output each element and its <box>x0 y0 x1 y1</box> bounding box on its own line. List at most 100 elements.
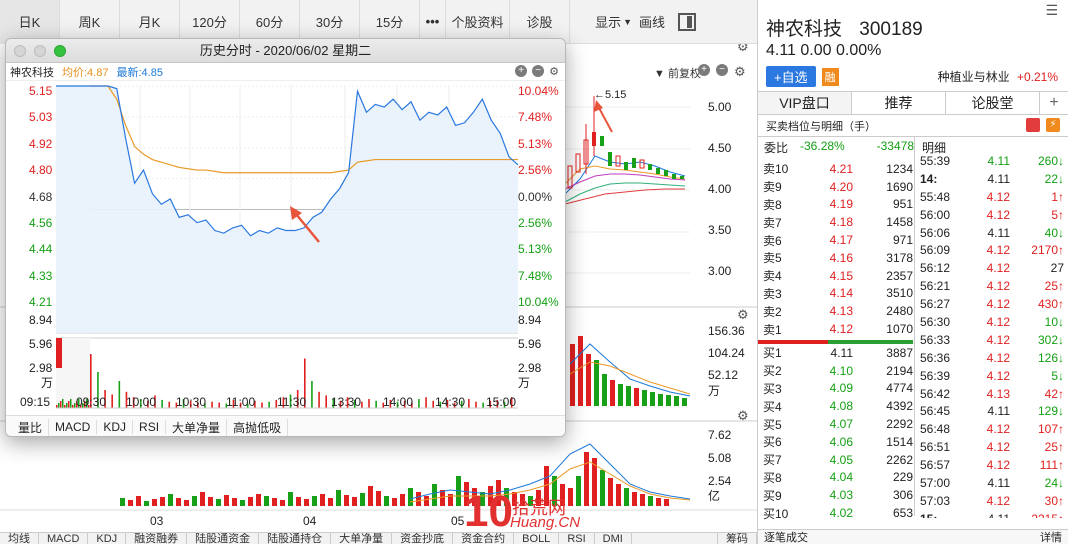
more-icon[interactable]: ••• <box>420 0 446 44</box>
tab-rsi[interactable]: RSI <box>559 533 595 544</box>
tab-recommend[interactable]: 推荐 <box>852 92 946 114</box>
intraday-chart[interactable] <box>6 82 566 412</box>
buy-level-row[interactable]: 买7 4.05 2262 <box>763 451 913 469</box>
minimize-icon[interactable] <box>34 45 46 57</box>
menu-icon[interactable]: ☰ <box>1045 2 1058 19</box>
buy-level-row[interactable]: 买9 4.03 306 <box>763 486 913 504</box>
tab-margin[interactable]: 融资融券 <box>126 533 188 544</box>
tab-big-order[interactable]: 大单净量 <box>331 533 393 544</box>
chart-toggle-icon[interactable] <box>1026 118 1040 132</box>
tick-time: 56:36 <box>920 350 951 365</box>
tab-monthly-k[interactable]: 月K <box>120 0 180 44</box>
sell-level-row[interactable]: 卖6 4.17 971 <box>763 231 913 249</box>
sell-level-row[interactable]: 卖7 4.18 1458 <box>763 213 913 231</box>
zoom-in-icon[interactable]: + <box>698 64 710 76</box>
buy-level-row[interactable]: 买8 4.04 229 <box>763 469 913 487</box>
tab-ma[interactable]: 均线 <box>0 533 39 544</box>
amount-bar <box>248 497 253 506</box>
tab-weekly-k[interactable]: 周K <box>60 0 120 44</box>
settings-gear-icon[interactable]: ⚙ <box>737 44 749 55</box>
zoom-out-icon[interactable]: − <box>532 65 545 77</box>
sell-level-row[interactable]: 卖9 4.20 1690 <box>763 178 913 196</box>
tab-big-order-net[interactable]: 大单净量 <box>166 418 228 436</box>
tick-volume: 302↓ <box>1037 332 1064 347</box>
tab-northbound-fund[interactable]: 陆股通资金 <box>187 533 260 544</box>
close-icon[interactable] <box>14 45 26 57</box>
sell-level-row[interactable]: 卖5 4.16 3178 <box>763 249 913 267</box>
vol-tick: 156.36 <box>708 324 745 338</box>
buy-level-row[interactable]: 买1 4.11 3887 <box>763 344 913 362</box>
diagnose-button[interactable]: 诊股 <box>510 0 570 44</box>
amount-bar <box>200 492 205 506</box>
tab-volume-ratio[interactable]: 量比 <box>6 418 50 436</box>
gear-icon[interactable]: ⚙ <box>734 64 746 80</box>
buy-level-row[interactable]: 买2 4.10 2194 <box>763 362 913 380</box>
add-tab-button[interactable]: + <box>1040 92 1068 114</box>
sell-level-row[interactable]: 卖10 4.21 1234 <box>763 160 913 178</box>
buy-level-row[interactable]: 买3 4.09 4774 <box>763 380 913 398</box>
add-favorite-button[interactable]: +自选 <box>766 66 816 87</box>
sell-level-row[interactable]: 卖8 4.19 951 <box>763 196 913 214</box>
tab-60min[interactable]: 60分 <box>240 0 300 44</box>
amount-gear-icon[interactable]: ⚙ <box>737 408 749 424</box>
fuquan-dropdown[interactable]: ▼ 前复权 <box>654 65 701 81</box>
tab-kdj[interactable]: KDJ <box>88 533 127 544</box>
amount-bar <box>344 495 349 506</box>
tab-30min[interactable]: 30分 <box>300 0 360 44</box>
tab-macd[interactable]: MACD <box>39 533 89 544</box>
display-button[interactable]: 显示 ▼ <box>570 0 632 44</box>
tick-time: 56:48 <box>920 422 951 437</box>
buy-level-row[interactable]: 买10 4.02 653 <box>763 504 913 522</box>
level-volume: 2194 <box>886 363 913 378</box>
flash-icon[interactable]: ⚡ <box>1046 118 1060 132</box>
amount-bar <box>616 484 621 506</box>
window-titlebar[interactable]: 历史分时 - 2020/06/02 星期二 <box>6 39 565 63</box>
tick-price: 4.12 <box>986 440 1010 455</box>
tick-time: 56:42 <box>920 386 951 401</box>
tab-daily-k[interactable]: 日K <box>0 0 60 44</box>
vol-level: 5.96 <box>29 337 53 351</box>
maximize-icon[interactable] <box>54 45 66 57</box>
panel-toggle-icon[interactable] <box>678 12 696 31</box>
first-volume-bar <box>56 338 62 368</box>
tab-fund-contract[interactable]: 资金合约 <box>453 533 515 544</box>
sell-level-row[interactable]: 卖1 4.12 1070 <box>763 320 913 338</box>
tab-boll[interactable]: BOLL <box>514 533 560 544</box>
tab-forum[interactable]: 论股堂 <box>946 92 1040 114</box>
tab-vip-depth[interactable]: VIP盘口 <box>758 92 852 114</box>
tab-macd[interactable]: MACD <box>49 420 98 434</box>
tick-time: 15: <box>916 512 960 518</box>
draw-line-button[interactable]: 画线 <box>632 0 672 44</box>
tab-high-sell-low-buy[interactable]: 高抛低吸 <box>227 418 289 436</box>
tab-kdj[interactable]: KDJ <box>97 420 134 434</box>
details-link[interactable]: 详情 <box>1040 529 1062 545</box>
volume-gear-icon[interactable]: ⚙ <box>737 307 749 323</box>
level-volume: 3510 <box>886 286 913 301</box>
popup-vol-axis-right: 8.94 5.96 2.98 万 <box>518 313 541 390</box>
tab-15min[interactable]: 15分 <box>360 0 420 44</box>
amount-bar <box>264 496 269 506</box>
zoom-in-icon[interactable]: + <box>515 65 528 77</box>
stock-profile-button[interactable]: 个股资料 <box>446 0 510 44</box>
sell-level-row[interactable]: 卖3 4.14 3510 <box>763 285 913 303</box>
sell-level-row[interactable]: 卖4 4.15 2357 <box>763 267 913 285</box>
time-tick: 14:30 <box>435 395 466 409</box>
gear-icon[interactable]: ⚙ <box>549 65 559 78</box>
price-levels-left: 5.15 5.03 4.92 4.80 4.68 4.56 4.44 4.33 … <box>29 84 52 313</box>
buy-level-row[interactable]: 买4 4.08 4392 <box>763 397 913 415</box>
zoom-out-icon[interactable]: − <box>716 64 728 76</box>
tab-northbound-hold[interactable]: 陆股通持仓 <box>259 533 332 544</box>
buy-level-row[interactable]: 买6 4.06 1514 <box>763 433 913 451</box>
pct-level: 5.13% <box>518 242 553 257</box>
tab-chips[interactable]: 筹码 <box>717 533 757 544</box>
vol-level: 2.98 <box>29 361 53 375</box>
sell-level-row[interactable]: 卖2 4.13 2480 <box>763 302 913 320</box>
dropdown-chevron-icon: ▼ <box>654 68 668 80</box>
tab-120min[interactable]: 120分 <box>180 0 240 44</box>
tab-rsi[interactable]: RSI <box>133 420 167 434</box>
tab-bottom-fishing[interactable]: 资金抄底 <box>392 533 454 544</box>
tab-dmi[interactable]: DMI <box>595 533 632 544</box>
buy-level-row[interactable]: 买5 4.07 2292 <box>763 415 913 433</box>
industry-info[interactable]: 种植业与林业 +0.21% <box>938 68 1058 85</box>
tick-by-tick-label[interactable]: 逐笔成交 <box>764 529 808 545</box>
